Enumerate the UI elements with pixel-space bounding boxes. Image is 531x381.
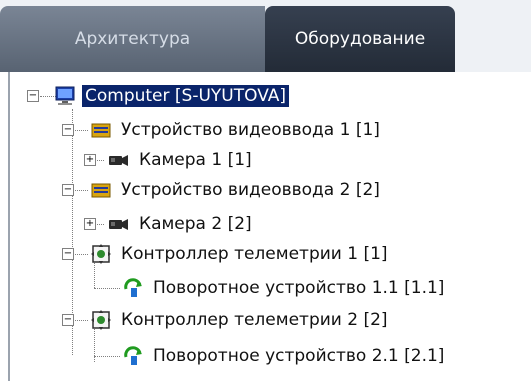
telemetry-controller-icon xyxy=(91,310,111,330)
tree-node-label: Устройство видеоввода 1 [1] xyxy=(121,120,380,140)
expand-toggle-camera-1[interactable]: + xyxy=(84,154,96,166)
tab-equipment[interactable]: Оборудование xyxy=(265,6,455,72)
tree-connector xyxy=(72,320,88,321)
tree-node-label: Контроллер телеметрии 2 [2] xyxy=(121,310,388,330)
tree-node-label: Камера 1 [1] xyxy=(139,150,252,170)
tree-node-label: Поворотное устройство 2.1 [2.1] xyxy=(153,346,445,366)
ptz-device-icon xyxy=(124,346,142,365)
tree-node-camera-1[interactable]: Камера 1 [1] xyxy=(108,145,255,175)
camera-icon xyxy=(109,155,128,166)
tree-node-telemetry-2[interactable]: Контроллер телеметрии 2 [2] xyxy=(90,305,391,335)
tab-architecture-label: Архитектура xyxy=(74,29,191,49)
tree-node-label: Устройство видеоввода 2 [2] xyxy=(121,180,380,200)
tree-node-computer[interactable]: Computer [S-UYUTOVA] xyxy=(54,81,290,111)
collapse-toggle-video-input-1[interactable]: − xyxy=(62,124,74,136)
expand-toggle-camera-2[interactable]: + xyxy=(84,218,96,230)
camera-icon xyxy=(109,219,128,230)
video-capture-card-icon xyxy=(91,123,111,138)
tree-connector xyxy=(72,254,88,255)
tree-node-ptz-1-1[interactable]: Поворотное устройство 1.1 [1.1] xyxy=(122,273,447,303)
collapse-toggle-telemetry-2[interactable]: − xyxy=(62,314,74,326)
collapse-toggle-video-input-2[interactable]: − xyxy=(62,184,74,196)
tab-bar: Архитектура Оборудование xyxy=(0,0,531,72)
tab-equipment-label: Оборудование xyxy=(294,29,426,49)
tree-connector xyxy=(72,130,88,131)
tree-node-telemetry-1[interactable]: Контроллер телеметрии 1 [1] xyxy=(90,239,391,269)
tab-architecture[interactable]: Архитектура xyxy=(0,6,265,72)
tree-node-ptz-2-1[interactable]: Поворотное устройство 2.1 [2.1] xyxy=(122,341,447,371)
tree-node-label: Поворотное устройство 1.1 [1.1] xyxy=(153,278,445,298)
equipment-tree[interactable]: − − + − + − − Computer [S-UYUTOVA] Устро… xyxy=(8,72,531,381)
tree-node-label: Computer [S-UYUTOVA] xyxy=(82,85,290,107)
video-capture-card-icon xyxy=(91,183,111,198)
ptz-device-icon xyxy=(124,278,142,297)
collapse-toggle-root[interactable]: − xyxy=(27,90,39,102)
telemetry-controller-icon xyxy=(91,244,111,264)
tree-node-label: Контроллер телеметрии 1 [1] xyxy=(121,244,388,264)
tree-node-label: Камера 2 [2] xyxy=(139,214,252,234)
tree-connector xyxy=(94,356,120,357)
tree-connector xyxy=(94,288,120,289)
computer-icon xyxy=(55,86,75,105)
tree-node-video-input-2[interactable]: Устройство видеоввода 2 [2] xyxy=(90,175,383,205)
tree-connector xyxy=(72,190,88,191)
collapse-toggle-telemetry-1[interactable]: − xyxy=(62,248,74,260)
tree-node-camera-2[interactable]: Камера 2 [2] xyxy=(108,209,255,239)
tree-node-video-input-1[interactable]: Устройство видеоввода 1 [1] xyxy=(90,115,383,145)
